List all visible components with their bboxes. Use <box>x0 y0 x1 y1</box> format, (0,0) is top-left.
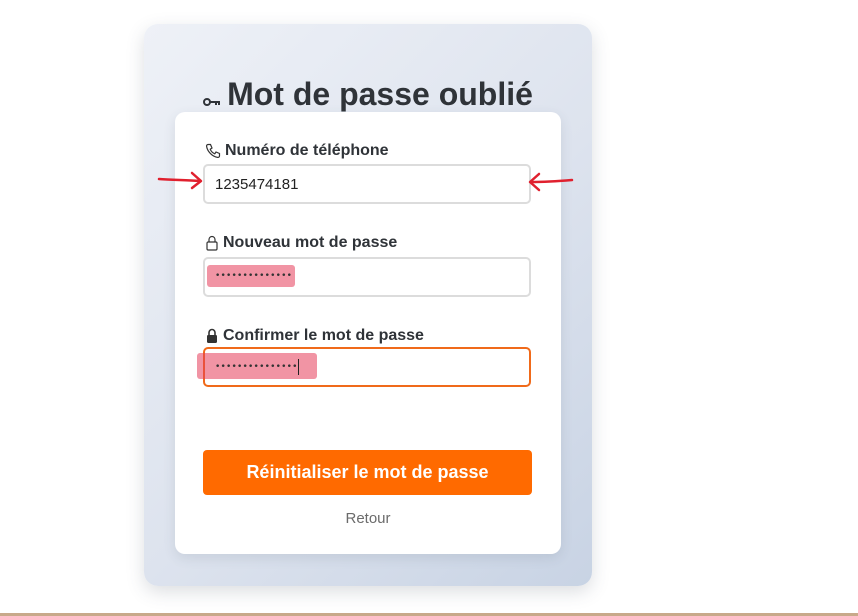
phone-label: Numéro de téléphone <box>205 142 389 160</box>
back-link-text[interactable]: Retour <box>345 510 390 527</box>
lock-closed-icon <box>205 328 219 344</box>
lock-open-icon <box>205 235 219 251</box>
key-icon <box>203 78 221 115</box>
form-panel: Numéro de téléphone Nouveau mot de passe… <box>175 112 561 554</box>
page-title: Mot de passe oublié <box>144 76 592 115</box>
back-link[interactable]: Retour <box>175 510 561 527</box>
confirm-password-input[interactable]: ••••••••••••••• <box>197 347 531 387</box>
new-password-label: Nouveau mot de passe <box>205 234 397 252</box>
phone-label-text: Numéro de téléphone <box>225 142 389 159</box>
reset-password-card: Mot de passe oublié Numéro de téléphone … <box>144 24 592 586</box>
new-password-input[interactable]: •••••••••••••• <box>203 257 531 297</box>
phone-icon <box>205 143 221 159</box>
phone-input[interactable] <box>203 164 531 204</box>
new-password-masked: •••••••••••••• <box>215 271 293 281</box>
confirm-password-masked: ••••••••••••••• <box>215 362 298 372</box>
reset-password-button[interactable]: Réinitialiser le mot de passe <box>203 450 532 495</box>
annotation-arrow-right <box>528 172 574 192</box>
new-password-label-text: Nouveau mot de passe <box>223 234 398 251</box>
text-caret <box>298 359 299 375</box>
confirm-password-label-text: Confirmer le mot de passe <box>223 327 424 344</box>
annotation-arrow-left <box>157 171 203 190</box>
confirm-password-label: Confirmer le mot de passe <box>205 327 424 345</box>
page-title-text: Mot de passe oublié <box>227 76 533 112</box>
